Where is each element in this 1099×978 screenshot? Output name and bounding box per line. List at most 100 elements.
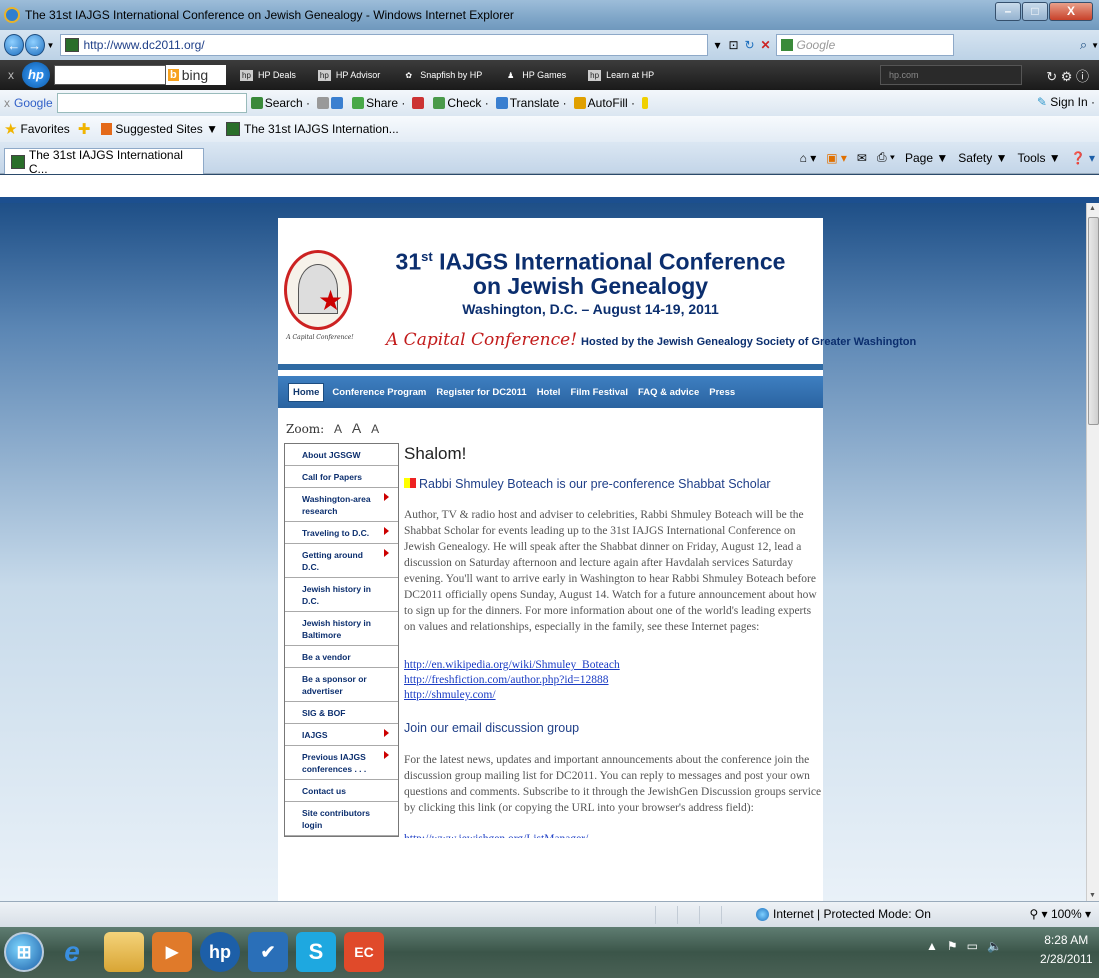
print-icon[interactable]: ⎙ ▾ <box>877 150 895 165</box>
zoom-level[interactable]: ⚲ ▾ 100% ▾ <box>1029 907 1091 921</box>
sidebar-item[interactable]: Traveling to D.C. <box>285 522 398 544</box>
compat-view-icon[interactable]: ⊡ <box>726 36 742 54</box>
stop-icon[interactable]: ✕ <box>758 36 774 54</box>
google-search-input[interactable] <box>56 93 247 113</box>
google-search-button[interactable]: Search · <box>250 96 310 110</box>
nav-faq[interactable]: FAQ & advice <box>636 384 701 401</box>
address-url: http://www.dc2011.org/ <box>83 38 205 52</box>
clock-time: 8:28 AM <box>1044 933 1089 947</box>
search-input[interactable]: Google <box>775 34 954 56</box>
bing-search-button[interactable]: b bing <box>166 65 226 85</box>
sidebar-item[interactable]: Be a vendor <box>285 646 398 668</box>
media-player-icon[interactable]: ▶ <box>152 932 192 972</box>
search-options-icon[interactable]: ▼ <box>1091 41 1099 50</box>
sidebar-item[interactable]: Jewish history in Baltimore <box>285 612 398 646</box>
scroll-down-icon[interactable]: ▼ <box>1089 892 1096 899</box>
link-shmuley[interactable]: http://shmuley.com/ <box>404 688 824 703</box>
scroll-up-icon[interactable]: ▲ <box>1089 205 1096 212</box>
forward-button[interactable]: → <box>24 34 45 56</box>
minimize-button[interactable]: – <box>995 2 1021 21</box>
hp-link-snapfish[interactable]: ✿ Snapfish by HP <box>402 70 482 81</box>
network-icon[interactable]: ▭ <box>967 939 978 953</box>
suggested-sites-button[interactable]: Suggested Sites ▼ <box>101 122 218 136</box>
add-favorites-button[interactable]: ✚ <box>78 120 94 138</box>
safety-menu[interactable]: Safety ▼ <box>958 151 1007 165</box>
nav-conference-program[interactable]: Conference Program <box>330 384 428 401</box>
link-subscribe[interactable]: http://www.jewishgen.org/ListManager/... <box>404 830 824 838</box>
office-app-icon[interactable]: EC <box>344 932 384 972</box>
favorites-button[interactable]: ★ Favorites <box>4 120 70 138</box>
sidebar-item[interactable]: Getting around D.C. <box>285 544 398 578</box>
sidebar-item[interactable]: Site contributors login <box>285 802 398 836</box>
hp-com-input[interactable]: hp.com <box>880 65 1022 85</box>
start-button[interactable]: ⊞ <box>4 932 44 972</box>
hp-link-advisor[interactable]: hp HP Advisor <box>317 69 380 81</box>
sidebar-item[interactable]: SIG & BOF <box>285 702 398 724</box>
google-translate-button[interactable]: Translate · <box>495 96 567 110</box>
google-check-button[interactable]: Check · <box>433 96 489 110</box>
refresh-icon[interactable]: ↻ <box>742 36 758 54</box>
search-icon[interactable]: ⌕ <box>1080 37 1087 53</box>
hp-search-input[interactable] <box>54 65 166 85</box>
google-bookmark-button[interactable] <box>317 97 345 109</box>
zoom-large[interactable]: A <box>371 422 379 436</box>
sidebar-item[interactable]: Be a sponsor or advertiser <box>285 668 398 702</box>
google-search-icon <box>780 39 793 51</box>
close-button[interactable]: X <box>1049 2 1093 21</box>
nav-film-festival[interactable]: Film Festival <box>568 384 630 401</box>
tab-active[interactable]: The 31st IAJGS International C... <box>4 148 204 176</box>
nav-hotel[interactable]: Hotel <box>535 384 563 401</box>
sidebar-item[interactable]: Jewish history in D.C. <box>285 578 398 612</box>
sidebar-item[interactable]: Call for Papers <box>285 466 398 488</box>
tools-menu[interactable]: Tools ▼ <box>1017 151 1060 165</box>
read-mail-icon[interactable]: ✉ <box>857 151 867 165</box>
fav-link-conference[interactable]: The 31st IAJGS Internation... <box>226 122 399 136</box>
google-share-button[interactable]: Share · <box>352 96 405 110</box>
home-icon[interactable]: ⌂ ▾ <box>800 151 817 165</box>
skype-icon[interactable]: S <box>296 932 336 972</box>
tray-expand-icon[interactable]: ▲ <box>926 939 938 953</box>
hp-taskbar-icon[interactable]: hp <box>200 932 240 972</box>
link-freshfiction[interactable]: http://freshfiction.com/author.php?id=12… <box>404 673 824 688</box>
hp-toolbar-tools-icon[interactable]: ↻ ⚙ ⓘ <box>1046 66 1089 85</box>
sidebar-item[interactable]: About JGSGW <box>285 444 398 466</box>
hp-toolbar-close[interactable]: x <box>0 68 22 82</box>
hp-link-label: HP Games <box>522 70 567 80</box>
sidebar-item[interactable]: Contact us <box>285 780 398 802</box>
google-autofill-button[interactable]: AutoFill · <box>573 96 635 110</box>
history-dropdown-icon[interactable]: ▼ <box>47 41 55 50</box>
check-app-icon[interactable]: ✔ <box>248 932 288 972</box>
address-dropdown-icon[interactable]: ▾ <box>710 36 726 54</box>
highlighter-button[interactable] <box>642 97 650 109</box>
zoom-small[interactable]: A <box>334 422 342 436</box>
nav-home[interactable]: Home <box>288 382 325 402</box>
maximize-button[interactable]: □ <box>1022 2 1048 21</box>
explorer-folder-icon[interactable] <box>104 932 144 972</box>
help-icon[interactable]: ❓ ▾ <box>1071 151 1095 165</box>
nav-register[interactable]: Register for DC2011 <box>434 384 528 401</box>
volume-icon[interactable]: 🔈 <box>987 939 1002 953</box>
zoom-medium[interactable]: A <box>352 420 361 436</box>
link-wikipedia[interactable]: http://en.wikipedia.org/wiki/Shmuley_Bot… <box>404 658 824 673</box>
feeds-icon[interactable]: ▣ ▾ <box>826 151 847 165</box>
page-menu[interactable]: Page ▼ <box>905 151 948 165</box>
address-input[interactable]: http://www.dc2011.org/ <box>60 34 708 56</box>
google-sidewiki-button[interactable] <box>412 97 426 109</box>
sidebar-item[interactable]: Washington-area research <box>285 488 398 522</box>
vertical-scrollbar[interactable]: ▲ ▼ <box>1086 203 1099 901</box>
google-sign-in[interactable]: ✎ Sign In · <box>1037 95 1095 109</box>
hp-link-games[interactable]: ♟ HP Games <box>504 70 566 81</box>
hp-link-deals[interactable]: hp HP Deals <box>240 69 296 81</box>
nav-press[interactable]: Press <box>707 384 737 401</box>
hp-link-learn[interactable]: hp Learn at HP <box>588 69 654 81</box>
sidebar-item[interactable]: Previous IAJGS conferences . . . <box>285 746 398 780</box>
back-button[interactable]: ← <box>4 34 24 56</box>
taskbar-clock[interactable]: 8:28 AM 2/28/2011 <box>1040 931 1093 969</box>
scrollbar-thumb[interactable] <box>1088 217 1099 425</box>
sidebar-item-label: Call for Papers <box>302 472 362 482</box>
google-toolbar-close[interactable]: x <box>0 96 14 110</box>
security-zone[interactable]: Internet | Protected Mode: On <box>756 907 931 921</box>
sidebar-item[interactable]: IAJGS <box>285 724 398 746</box>
action-center-flag-icon[interactable]: ⚑ <box>947 939 958 953</box>
ie-taskbar-icon[interactable]: e <box>52 932 92 972</box>
